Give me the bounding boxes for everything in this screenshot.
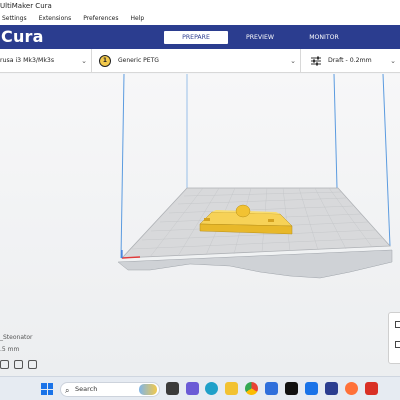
material-icon — [395, 341, 400, 348]
search-icon: ⌕ — [65, 386, 70, 395]
object-dimensions: .5 mm — [0, 346, 20, 353]
chevron-down-icon: ⌄ — [290, 57, 296, 65]
printer-selector[interactable]: rusa i3 Mk3/Mk3s ⌄ — [0, 49, 92, 73]
task-view-icon[interactable] — [166, 382, 179, 395]
printer-toolbar: rusa i3 Mk3/Mk3s ⌄ 1 Generic PETG ⌄ Draf… — [0, 49, 400, 73]
view-top-icon[interactable] — [28, 360, 37, 369]
build-volume-edge — [120, 74, 125, 259]
tab-preview[interactable]: PREVIEW — [228, 31, 292, 44]
menu-extensions[interactable]: Extensions — [39, 12, 72, 25]
cura-icon[interactable] — [325, 382, 338, 395]
file-explorer-icon[interactable] — [225, 382, 238, 395]
stage-tabs: PREPARE PREVIEW MONITOR — [164, 31, 356, 44]
store-icon[interactable] — [265, 382, 278, 395]
search-placeholder: Search — [75, 385, 98, 393]
menu-help[interactable]: Help — [131, 12, 145, 25]
material-name: Generic PETG — [118, 57, 159, 64]
app-header: Cura PREPARE PREVIEW MONITOR — [0, 25, 400, 49]
sliders-icon — [311, 56, 321, 66]
window-title-bar: UltiMaker Cura — [0, 0, 400, 12]
menu-bar: Settings Extensions Preferences Help — [0, 12, 400, 25]
firefox-icon[interactable] — [345, 382, 358, 395]
object-name: _Steonator — [0, 334, 33, 341]
profile-name: Draft - 0.2mm — [328, 57, 372, 64]
3d-viewport[interactable] — [0, 74, 400, 376]
x-axis — [121, 256, 141, 259]
tab-monitor[interactable]: MONITOR — [292, 31, 356, 44]
netflix-icon[interactable] — [285, 382, 298, 395]
printer-name: rusa i3 Mk3/Mk3s — [0, 57, 55, 64]
menu-preferences[interactable]: Preferences — [83, 12, 118, 25]
menu-settings[interactable]: Settings — [2, 12, 27, 25]
view-front-icon[interactable] — [14, 360, 23, 369]
material-selector[interactable]: 1 Generic PETG ⌄ — [93, 49, 301, 73]
taskbar: ⌕ Search — [0, 376, 400, 400]
acrobat-icon[interactable] — [365, 382, 378, 395]
mail-icon[interactable] — [305, 382, 318, 395]
chevron-down-icon: ⌄ — [390, 57, 396, 65]
build-volume-edge — [333, 74, 338, 189]
search-highlight-icon — [139, 384, 157, 395]
print-settings-selector[interactable]: Draft - 0.2mm ⌄ — [302, 49, 400, 73]
chat-icon[interactable] — [186, 382, 199, 395]
window-title: UltiMaker Cura — [0, 2, 52, 10]
extruder-badge-icon: 1 — [99, 55, 111, 67]
chevron-down-icon: ⌄ — [81, 57, 87, 65]
tab-prepare[interactable]: PREPARE — [164, 31, 228, 44]
time-icon — [395, 321, 400, 328]
object-tools — [0, 360, 37, 369]
app-brand: Cura — [1, 27, 44, 46]
windows-start-icon[interactable] — [41, 383, 53, 395]
build-plate-scene — [117, 74, 393, 279]
build-volume-edge — [382, 74, 391, 247]
chrome-icon[interactable] — [245, 382, 258, 395]
print-summary-panel[interactable] — [388, 312, 400, 364]
view-3d-icon[interactable] — [0, 360, 9, 369]
edge-icon[interactable] — [205, 382, 218, 395]
taskbar-search[interactable]: ⌕ Search — [60, 382, 160, 397]
